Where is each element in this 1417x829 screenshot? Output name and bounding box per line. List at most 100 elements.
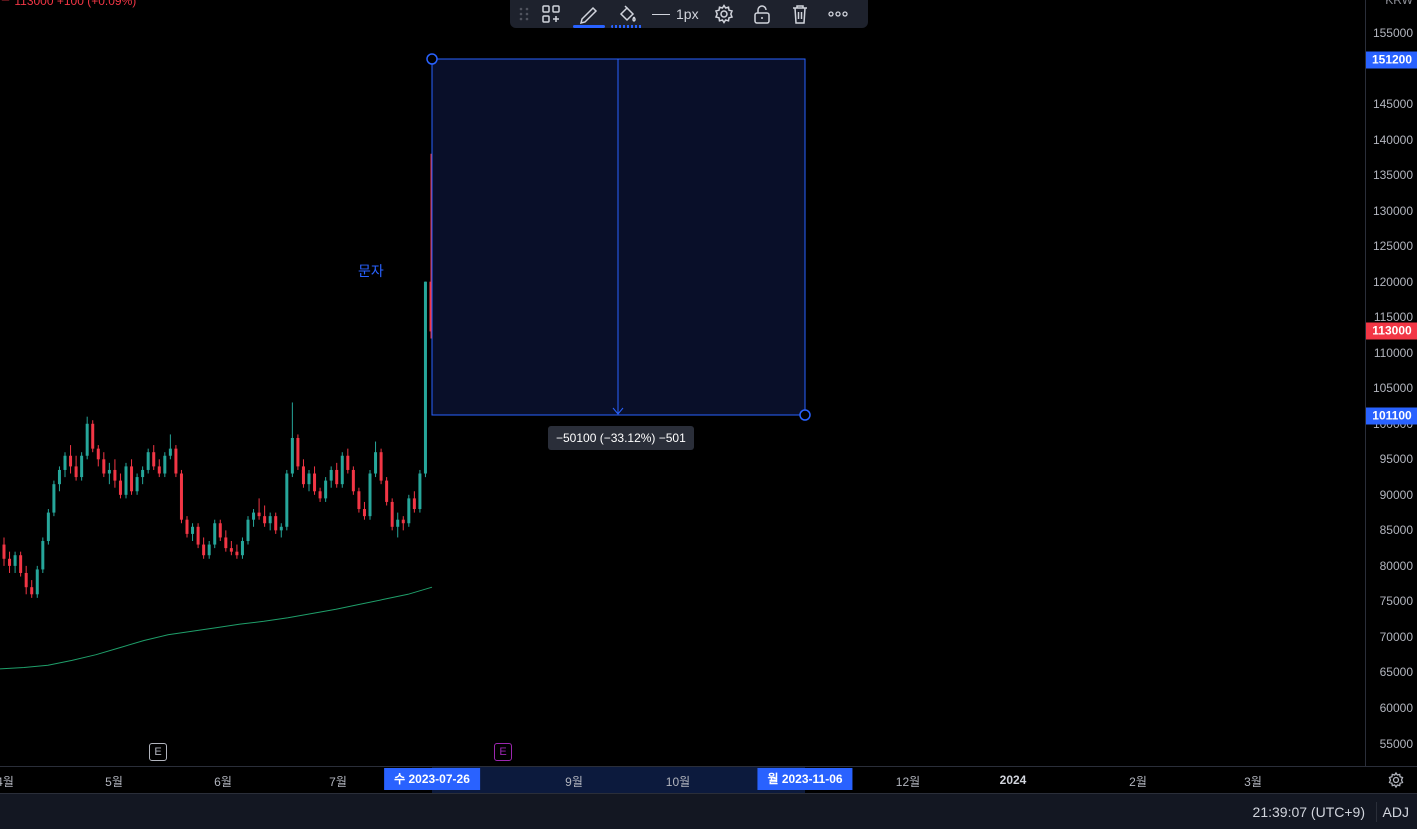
price-tick: 75000	[1379, 594, 1413, 609]
candle-body	[357, 491, 361, 510]
candle-body	[118, 480, 122, 495]
price-axis[interactable]: 155000 145000 140000 135000 130000 125000 1200…	[1365, 0, 1417, 766]
candles-group	[2, 153, 433, 598]
candle-body	[313, 473, 317, 492]
earnings-marker-past[interactable]: E	[149, 743, 167, 761]
time-tick: 9월	[565, 775, 583, 789]
templates-button[interactable]	[532, 0, 570, 28]
candle-body	[379, 452, 383, 481]
price-tick: 60000	[1379, 700, 1413, 715]
candle-body	[179, 473, 183, 520]
price-tick: 55000	[1379, 736, 1413, 751]
unlock-icon	[753, 5, 770, 24]
price-tick: 135000	[1372, 168, 1413, 183]
candle-body	[257, 512, 261, 517]
candle-body	[19, 555, 23, 573]
time-tick: 6월	[214, 775, 232, 789]
candle-body	[268, 516, 272, 524]
drawing-toolbar: 1px	[510, 0, 868, 28]
candle-body	[290, 437, 294, 474]
chart-pane[interactable]: ᄃ 113000 +100 (+0.09%) 문자 −50100 (−33.12…	[0, 0, 1365, 766]
price-tick: 65000	[1379, 665, 1413, 680]
price-tick: 130000	[1372, 203, 1413, 218]
candle-body	[152, 452, 156, 467]
time-badge-start: 수 2023-07-26	[384, 768, 480, 790]
candle-body	[274, 516, 278, 531]
axis-settings-button[interactable]	[1387, 771, 1405, 789]
range-handle-start[interactable]	[426, 53, 438, 65]
line-width-button[interactable]: 1px	[646, 0, 705, 28]
time-tick: 5월	[105, 775, 123, 789]
candle-body	[168, 448, 172, 456]
candle-body	[213, 523, 217, 545]
more-button[interactable]	[819, 0, 857, 28]
candle-body	[335, 469, 339, 485]
gear-icon	[1388, 771, 1404, 789]
candlestick-chart[interactable]	[0, 0, 1365, 766]
time-tick: 7월	[329, 775, 347, 789]
candle-body	[318, 491, 322, 499]
trash-icon	[792, 5, 807, 24]
candle-body	[35, 569, 39, 595]
toolbar-drag-handle[interactable]	[516, 0, 532, 28]
candle-body	[2, 544, 6, 559]
candle-body	[74, 466, 78, 478]
text-annotation[interactable]: 문자	[358, 261, 384, 281]
price-badge-current: 113000	[1366, 322, 1417, 340]
earnings-marker-upcoming[interactable]: E	[494, 743, 512, 761]
candle-body	[285, 473, 289, 527]
adjustment-toggle[interactable]: ADJ	[1383, 804, 1409, 820]
time-tick: 4월	[0, 775, 14, 789]
candle-body	[407, 498, 411, 524]
candle-body	[63, 455, 67, 470]
candle-body	[69, 455, 73, 467]
candle-body	[346, 455, 350, 470]
candle-body	[46, 512, 50, 542]
line-color-button[interactable]	[570, 0, 608, 28]
candle-body	[229, 548, 233, 552]
candle-body	[141, 469, 145, 478]
gear-icon	[714, 4, 733, 24]
candle-body	[324, 480, 328, 499]
time-badge-end: 월 2023-11-06	[757, 768, 853, 790]
candle-body	[102, 459, 106, 474]
candle-body	[185, 519, 189, 534]
range-handle-end[interactable]	[799, 409, 811, 421]
candle-body	[279, 526, 283, 531]
candle-body	[196, 526, 200, 545]
candle-body	[157, 466, 161, 474]
candle-body	[390, 501, 394, 527]
time-tick: 12월	[895, 775, 921, 789]
more-icon	[827, 11, 848, 17]
candle-body	[13, 555, 17, 566]
price-badge-range-top: 151200	[1366, 51, 1417, 69]
candle-body	[235, 551, 239, 556]
paint-bucket-icon	[619, 5, 636, 22]
price-tick: 125000	[1372, 239, 1413, 254]
candle-body	[91, 423, 95, 449]
candle-body	[85, 423, 89, 456]
candle-body	[57, 469, 61, 485]
delete-button[interactable]	[781, 0, 819, 28]
price-tick: 90000	[1379, 487, 1413, 502]
status-bar: 21:39:07 (UTC+9) ADJ	[0, 793, 1417, 829]
settings-button[interactable]	[705, 0, 743, 28]
fill-color-button[interactable]	[608, 0, 646, 28]
price-tick: 155000	[1372, 26, 1413, 40]
measure-tooltip: −50100 (−33.12%) −501	[548, 426, 694, 450]
lock-button[interactable]	[743, 0, 781, 28]
candle-body	[146, 452, 150, 470]
pencil-icon	[579, 6, 598, 25]
candle-body	[240, 541, 244, 556]
clock[interactable]: 21:39:07 (UTC+9)	[1253, 804, 1365, 820]
candle-body	[329, 469, 333, 481]
candle-body	[163, 455, 167, 474]
candle-body	[301, 466, 305, 485]
time-axis[interactable]: 4월 5월 6월 7월 9월 10월 12월 2024 2월 3월 수 2023-07-26 월 …	[0, 766, 1417, 793]
price-tick: 140000	[1372, 132, 1413, 147]
price-tick: 110000	[1373, 345, 1413, 360]
time-tick: 3월	[1244, 775, 1262, 789]
candle-body	[368, 473, 372, 517]
candle-body	[202, 544, 206, 556]
candle-body	[401, 519, 405, 524]
